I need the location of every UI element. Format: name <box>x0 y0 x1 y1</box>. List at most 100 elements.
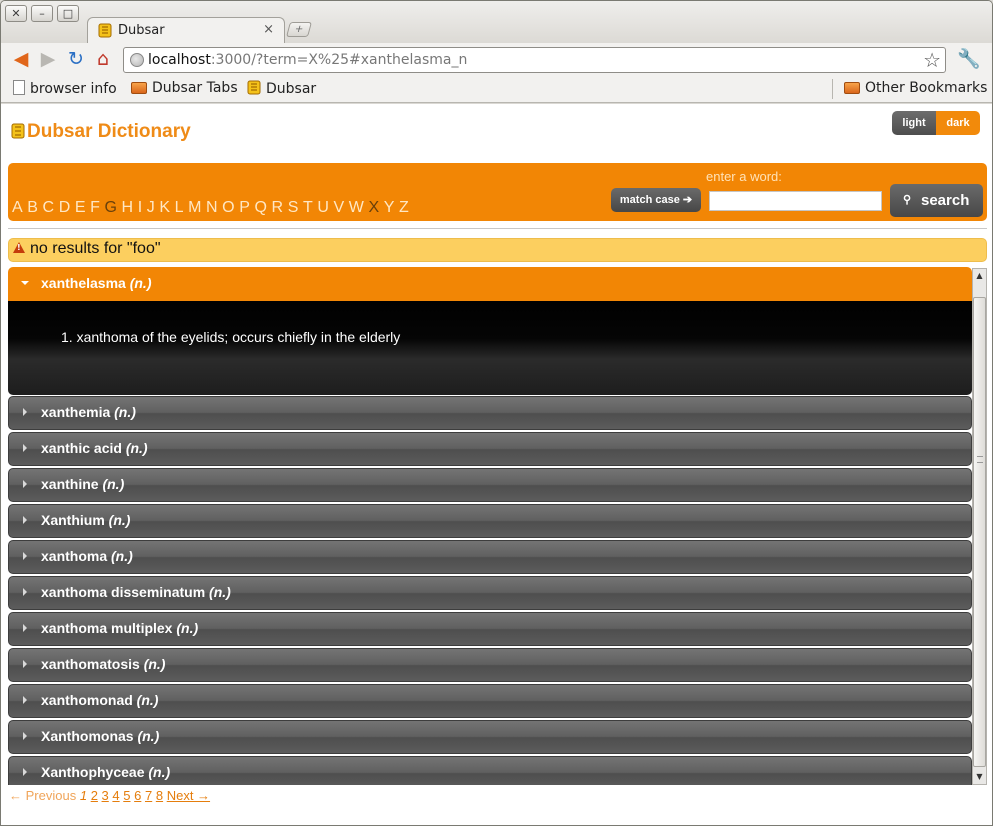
letter-link-p[interactable]: P <box>239 199 250 216</box>
new-tab-button[interactable]: + <box>285 22 313 37</box>
search-input[interactable] <box>709 191 882 211</box>
forward-arrow-icon[interactable]: ▶ <box>37 48 59 70</box>
page-link[interactable]: 3 <box>102 788 109 803</box>
result-row[interactable]: Xanthium (n.) <box>8 504 972 538</box>
result-term: Xanthophyceae (n.) <box>41 764 171 780</box>
alphabet-index: ABCDEFGHIJKLMNOPQRSTUVWXYZ <box>12 199 413 217</box>
letter-link-q[interactable]: Q <box>254 199 266 216</box>
letter-link-l[interactable]: L <box>175 199 184 216</box>
divider <box>8 228 987 229</box>
letter-link-w[interactable]: W <box>349 199 364 216</box>
results-scrollbar[interactable]: ▲ ▼ <box>972 268 987 785</box>
page-link[interactable]: 6 <box>134 788 141 803</box>
other-bookmarks[interactable]: Other Bookmarks <box>844 80 987 96</box>
previous-page-link[interactable]: ← Previous <box>9 788 76 803</box>
theme-light-button[interactable]: light <box>892 111 936 135</box>
scroll-up-icon[interactable]: ▲ <box>973 269 986 283</box>
next-page-link[interactable]: Next → <box>167 788 210 803</box>
page-link[interactable]: 7 <box>145 788 152 803</box>
expand-arrow-icon <box>23 516 27 524</box>
wrench-icon[interactable]: 🔧 <box>957 47 981 70</box>
letter-link-n[interactable]: N <box>206 199 218 216</box>
brand-link[interactable]: Dubsar Dictionary <box>11 121 191 143</box>
grip-icon <box>977 456 983 463</box>
letter-link-j[interactable]: J <box>147 199 155 216</box>
page-link[interactable]: 4 <box>112 788 119 803</box>
theme-dark-button[interactable]: dark <box>936 111 980 135</box>
letter-link-a[interactable]: A <box>12 199 23 216</box>
search-button-label: search <box>921 192 970 209</box>
reload-icon[interactable]: ↻ <box>65 48 87 70</box>
letter-link-m[interactable]: M <box>188 199 201 216</box>
page-link[interactable]: 5 <box>123 788 130 803</box>
result-term: xanthoma (n.) <box>41 548 133 564</box>
result-row[interactable]: xanthine (n.) <box>8 468 972 502</box>
result-row-expanded[interactable]: xanthelasma (n.) <box>8 267 972 301</box>
minimize-window-button[interactable]: – <box>31 5 53 22</box>
definition-panel: 1. xanthoma of the eyelids; occurs chief… <box>8 301 972 395</box>
letter-link-k[interactable]: K <box>159 199 170 216</box>
match-case-button[interactable]: match case ➔ <box>611 188 701 212</box>
result-row[interactable]: xanthic acid (n.) <box>8 432 972 466</box>
expand-arrow-icon <box>23 732 27 740</box>
bookmark-browser-info[interactable]: browser info <box>13 80 117 97</box>
letter-link-x[interactable]: X <box>368 199 379 216</box>
maximize-window-button[interactable]: □ <box>57 5 79 22</box>
close-window-button[interactable]: ✕ <box>5 5 27 22</box>
back-arrow-icon[interactable]: ◀ <box>10 48 32 70</box>
letter-link-s[interactable]: S <box>288 199 299 216</box>
letter-link-e[interactable]: E <box>75 199 86 216</box>
tab-title: Dubsar <box>118 23 165 38</box>
letter-link-f[interactable]: F <box>90 199 100 216</box>
result-row[interactable]: xanthoma multiplex (n.) <box>8 612 972 646</box>
letter-link-z[interactable]: Z <box>399 199 409 216</box>
tab-close-icon[interactable]: × <box>263 22 274 37</box>
browser-window: ✕ – □ Dubsar × + ◀ ▶ ↻ ⌂ localhost:3000/… <box>0 0 993 826</box>
result-row[interactable]: xanthoma disseminatum (n.) <box>8 576 972 610</box>
letter-link-u[interactable]: U <box>317 199 329 216</box>
result-row[interactable]: xanthemia (n.) <box>8 396 972 430</box>
current-page: 1 <box>79 788 88 803</box>
result-term: xanthoma disseminatum (n.) <box>41 584 231 600</box>
scroll-thumb[interactable] <box>973 297 986 767</box>
bookmarks-divider <box>832 79 833 99</box>
result-row[interactable]: xanthoma (n.) <box>8 540 972 574</box>
letter-link-r[interactable]: R <box>272 199 284 216</box>
letter-link-b[interactable]: B <box>27 199 38 216</box>
letter-link-d[interactable]: D <box>59 199 71 216</box>
letter-link-h[interactable]: H <box>122 199 134 216</box>
expand-arrow-icon <box>23 588 27 596</box>
scroll-down-icon[interactable]: ▼ <box>973 770 986 784</box>
bookmark-dubsar[interactable]: Dubsar <box>247 80 316 97</box>
result-row[interactable]: Xanthophyceae (n.) <box>8 756 972 785</box>
letter-link-g[interactable]: G <box>104 199 116 216</box>
dubsar-logo-icon <box>247 80 261 95</box>
letter-link-c[interactable]: C <box>43 199 55 216</box>
address-bar[interactable]: localhost:3000/?term=X%25#xanthelasma_n … <box>123 47 946 73</box>
page-link[interactable]: 2 <box>91 788 98 803</box>
page-link[interactable]: 8 <box>156 788 163 803</box>
tab-dubsar[interactable]: Dubsar × <box>87 17 285 44</box>
result-row[interactable]: Xanthomonas (n.) <box>8 720 972 754</box>
expand-arrow-icon <box>23 660 27 668</box>
browser-toolbar: ◀ ▶ ↻ ⌂ localhost:3000/?term=X%25#xanthe… <box>1 43 992 75</box>
expand-arrow-icon <box>23 552 27 560</box>
result-term: Xanthomonas (n.) <box>41 728 160 744</box>
letter-link-y[interactable]: Y <box>384 199 395 216</box>
letter-link-i[interactable]: I <box>138 199 142 216</box>
result-row[interactable]: xanthomonad (n.) <box>8 684 972 718</box>
letter-link-v[interactable]: V <box>333 199 344 216</box>
letter-link-t[interactable]: T <box>303 199 313 216</box>
enter-word-label: enter a word: <box>706 169 782 184</box>
home-icon[interactable]: ⌂ <box>92 48 114 70</box>
letter-link-o[interactable]: O <box>222 199 234 216</box>
search-button[interactable]: ⚲ search <box>890 184 983 217</box>
bookmark-star-icon[interactable]: ☆ <box>923 48 941 72</box>
expand-arrow-icon <box>23 768 27 776</box>
result-term: xanthomatosis (n.) <box>41 656 166 672</box>
result-row[interactable]: xanthomatosis (n.) <box>8 648 972 682</box>
bookmark-dubsar-tabs[interactable]: Dubsar Tabs <box>131 80 238 96</box>
dubsar-logo-icon <box>98 23 112 38</box>
dubsar-logo-icon <box>11 123 25 139</box>
theme-toggle[interactable]: light dark <box>892 111 980 135</box>
